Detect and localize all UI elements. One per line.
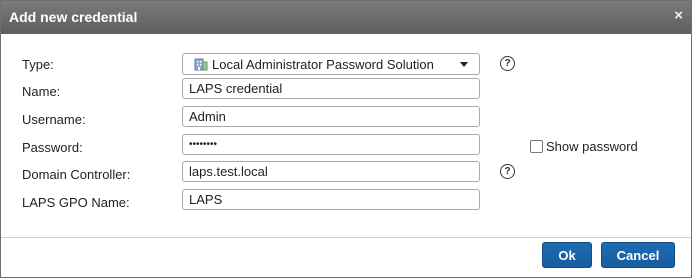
cancel-button[interactable]: Cancel [601, 242, 675, 268]
building-icon [194, 57, 208, 71]
laps-gpo-label: LAPS GPO Name: [22, 195, 130, 210]
password-label: Password: [22, 140, 83, 155]
close-icon[interactable]: × [674, 7, 683, 24]
show-password-label[interactable]: Show password [546, 139, 638, 154]
add-credential-dialog: Add new credential × Type: Local Adminis… [0, 0, 692, 278]
name-input[interactable] [182, 78, 480, 99]
chevron-down-icon [460, 62, 468, 67]
dialog-titlebar[interactable]: Add new credential × [1, 1, 691, 34]
name-label: Name: [22, 84, 61, 99]
ok-button[interactable]: Ok [542, 242, 592, 268]
type-select-value: Local Administrator Password Solution [212, 57, 434, 72]
laps-gpo-input[interactable] [182, 189, 480, 210]
type-label: Type: [22, 57, 54, 72]
show-password-checkbox[interactable] [530, 140, 543, 153]
dialog-title: Add new credential [9, 9, 138, 25]
domain-controller-help-icon[interactable]: ? [500, 164, 515, 179]
username-label: Username: [22, 112, 86, 127]
username-input[interactable] [182, 106, 480, 127]
type-select[interactable]: Local Administrator Password Solution [182, 53, 480, 75]
type-help-icon[interactable]: ? [500, 56, 515, 71]
domain-controller-input[interactable] [182, 161, 480, 182]
footer-divider [1, 237, 691, 238]
domain-controller-label: Domain Controller: [22, 167, 131, 182]
password-input[interactable] [182, 134, 480, 155]
